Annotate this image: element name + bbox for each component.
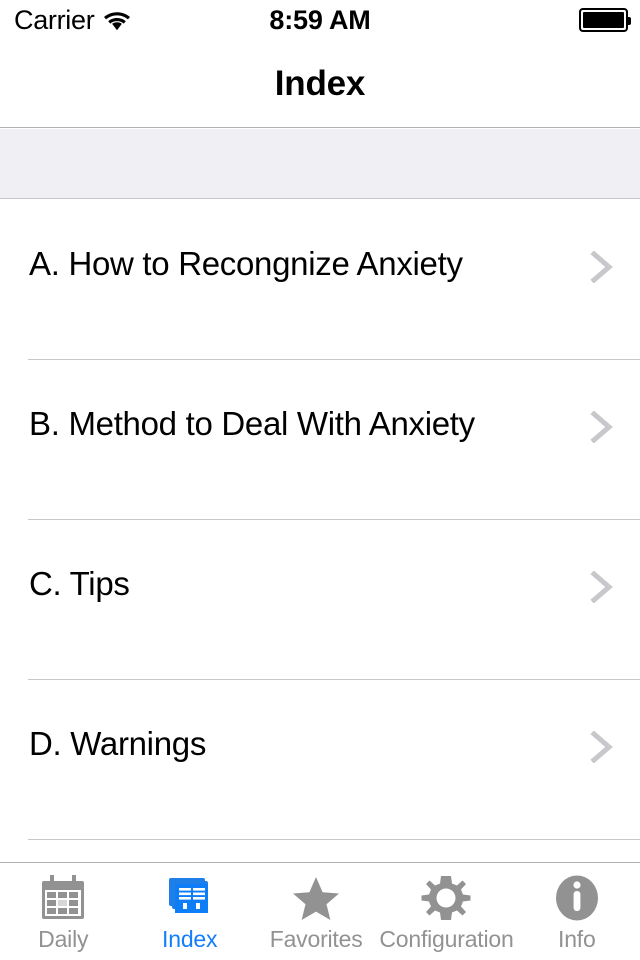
tab-label-favorites: Favorites [269, 926, 363, 952]
list-item[interactable]: C. Tips [0, 520, 640, 680]
gear-icon [418, 873, 474, 923]
list-item-label: B. Method to Deal With Anxiety [29, 405, 475, 442]
app-screen: Carrier 8:59 AM Index A. How to Recongni… [0, 0, 640, 960]
star-icon [288, 873, 344, 923]
status-bar: Carrier 8:59 AM [0, 0, 640, 40]
status-bar-right [579, 0, 631, 40]
list-item[interactable]: B. Method to Deal With Anxiety [0, 360, 640, 520]
clock-label: 8:59 AM [269, 4, 371, 35]
tab-configuration[interactable]: Configuration [379, 863, 514, 960]
tab-favorites[interactable]: Favorites [253, 863, 379, 960]
list-item-label: A. How to Recongnize Anxiety [29, 245, 463, 282]
chevron-right-icon [590, 410, 614, 444]
list-item[interactable]: A. How to Recongnize Anxiety [0, 200, 640, 360]
section-header [0, 129, 640, 199]
info-circle-icon [549, 873, 605, 923]
tab-label-daily: Daily [38, 926, 89, 952]
status-bar-center: 8:59 AM [0, 0, 640, 40]
list-item-label: D. Warnings [29, 725, 207, 762]
tab-label-configuration: Configuration [379, 926, 514, 952]
tab-label-index: Index [162, 926, 218, 952]
tab-bar: Daily Index Favorites Configuration Info [0, 862, 640, 960]
battery-nub [628, 17, 631, 25]
list-item-label: C. Tips [29, 565, 130, 602]
chevron-right-icon [590, 570, 614, 604]
list-item[interactable]: D. Warnings [0, 680, 640, 840]
tab-info[interactable]: Info [514, 863, 640, 960]
index-cards-icon [162, 873, 218, 923]
tab-label-info: Info [558, 926, 596, 952]
navigation-bar: Index [0, 40, 640, 128]
battery-full-icon [579, 8, 631, 32]
list-separator [28, 839, 640, 840]
index-list: A. How to Recongnize Anxiety B. Method t… [0, 200, 640, 862]
tab-daily[interactable]: Daily [0, 863, 126, 960]
chevron-right-icon [590, 250, 614, 284]
calendar-icon [35, 873, 91, 923]
page-title: Index [274, 63, 366, 103]
chevron-right-icon [590, 730, 614, 764]
tab-index[interactable]: Index [126, 863, 252, 960]
battery-fill [583, 12, 624, 28]
